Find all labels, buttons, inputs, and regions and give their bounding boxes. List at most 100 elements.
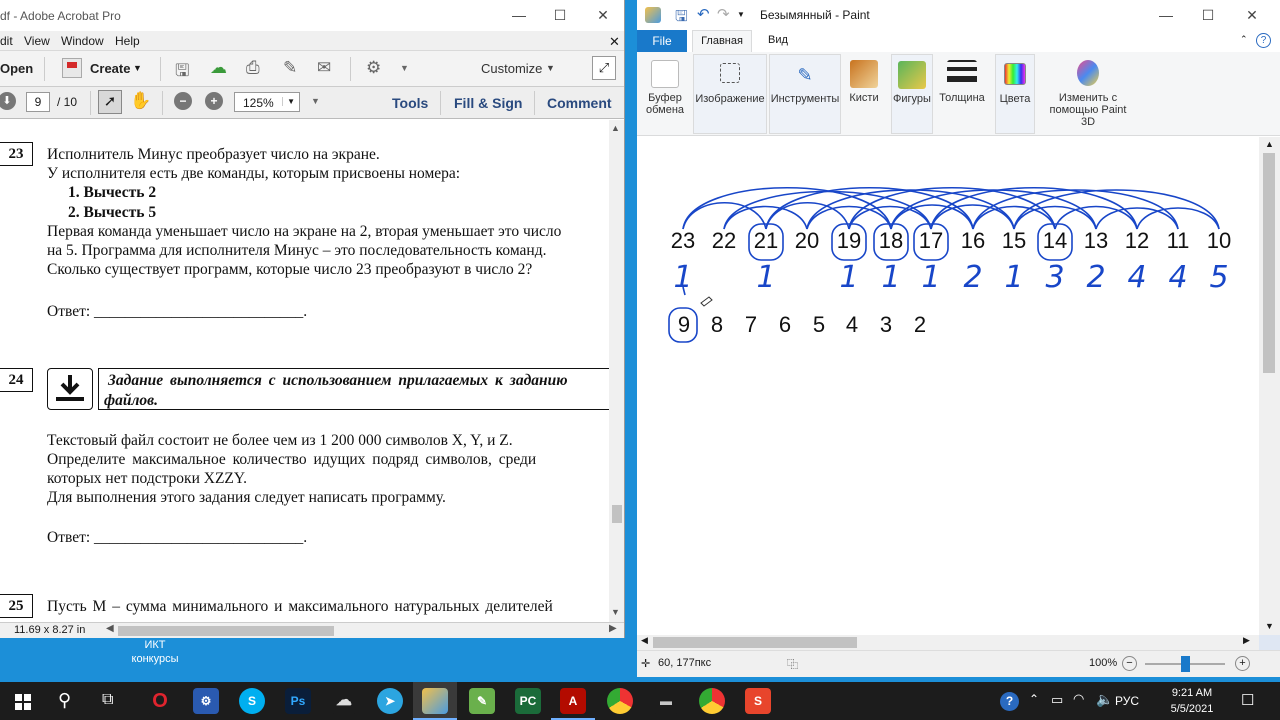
select-cursor-icon[interactable]: ➚ <box>98 90 122 114</box>
hand-tool-icon[interactable]: ✋ <box>130 91 151 111</box>
app-icon[interactable]: ☁ <box>331 688 357 714</box>
tab-file[interactable]: File <box>637 30 687 52</box>
tab-home[interactable]: Главная <box>692 30 752 53</box>
scrollbar-thumb[interactable] <box>612 505 622 523</box>
horizontal-scrollbar-thumb[interactable] <box>118 626 334 636</box>
canvas-horizontal-scrollbar[interactable]: ◀ ▶ <box>637 635 1259 650</box>
help-tray-icon[interactable]: ? <box>1000 692 1019 711</box>
line-thickness-icon <box>947 60 977 88</box>
zoom-in-icon[interactable]: + <box>205 92 223 110</box>
size-group[interactable]: Толщина <box>937 54 987 134</box>
page-number-input[interactable]: 9 <box>26 92 50 112</box>
number-label: 11 <box>1167 228 1190 253</box>
count-label: 1 <box>881 260 900 295</box>
pycharm-icon[interactable]: PC <box>515 688 541 714</box>
cloud-upload-icon[interactable]: ☁ <box>210 58 227 78</box>
print-icon[interactable]: ⎙ <box>246 58 260 78</box>
chevron-down-icon[interactable]: ▼ <box>400 63 409 73</box>
edit-icon[interactable]: ✎ <box>283 58 297 78</box>
maximize-button[interactable]: ☐ <box>537 0 583 31</box>
notifications-icon[interactable]: ☐ <box>1241 691 1254 709</box>
zoom-slider-thumb[interactable] <box>1181 656 1190 672</box>
image-group[interactable]: Изображение <box>693 54 767 134</box>
zoom-out-button[interactable]: − <box>1122 656 1137 671</box>
clock[interactable]: 9:21 AM 5/5/2021 <box>1162 685 1222 717</box>
menu-window[interactable]: Window <box>61 34 104 48</box>
number-label: 15 <box>1002 228 1026 253</box>
tab-view[interactable]: Вид <box>768 34 788 46</box>
menu-edit[interactable]: dit <box>0 34 13 48</box>
next-page-icon[interactable]: ⬇ <box>0 92 16 110</box>
paint3d-group[interactable]: Изменить с помощью Paint 3D <box>1041 54 1135 134</box>
help-icon[interactable]: ? <box>1256 33 1271 48</box>
minimize-button[interactable]: — <box>1143 0 1189 31</box>
chevron-down-icon[interactable]: ▼ <box>737 10 745 19</box>
acrobat-taskbar-button[interactable]: A <box>551 682 595 720</box>
brushes-group[interactable]: Кисти <box>843 54 885 134</box>
minimize-button[interactable]: — <box>496 0 542 31</box>
canvas-vertical-scrollbar[interactable]: ▲ ▼ <box>1259 137 1280 635</box>
gear-icon[interactable]: ⚙ <box>366 58 381 78</box>
search-icon[interactable]: ⚲ <box>58 690 71 711</box>
paint-app-icon <box>645 7 661 23</box>
scroll-right-icon[interactable]: ▶ <box>609 623 617 634</box>
paint-taskbar-button[interactable] <box>413 682 457 720</box>
pdf-page: 23 Исполнитель Минус преобразует число н… <box>0 120 609 622</box>
desktop-icon-label[interactable]: ИКТ конкурсы <box>125 638 185 666</box>
customize-button[interactable]: Customize <box>481 61 542 76</box>
telegram-icon[interactable]: ➤ <box>377 688 403 714</box>
expand-icon[interactable]: ⤢ <box>592 56 616 80</box>
network-icon[interactable]: ▭ <box>1051 692 1063 708</box>
vertical-scrollbar[interactable]: ▲ ▼ <box>609 120 624 622</box>
chevron-down-icon[interactable]: ▼ <box>311 96 320 106</box>
text-line: на 5. Программа для исполнителя Минус – … <box>47 242 547 259</box>
start-windows-icon[interactable] <box>15 694 31 710</box>
volume-icon[interactable]: 🔈 <box>1096 691 1113 708</box>
zoom-out-icon[interactable]: − <box>174 92 192 110</box>
count-label: 5 <box>1209 260 1228 295</box>
tools-panel-button[interactable]: Tools <box>392 95 428 111</box>
zoom-in-button[interactable]: + <box>1235 656 1250 671</box>
menu-help[interactable]: Help <box>115 34 140 48</box>
zoom-select[interactable]: 125% ▼ <box>234 92 300 112</box>
scroll-left-icon[interactable]: ◀ <box>106 623 114 634</box>
notepad-icon[interactable]: ✎ <box>469 688 495 714</box>
colors-group[interactable]: Цвета <box>995 54 1035 134</box>
task-view-icon[interactable]: ⧉ <box>102 691 113 709</box>
save-icon[interactable]: 🖫 <box>675 6 688 31</box>
close-button[interactable]: ✕ <box>1229 0 1275 31</box>
wifi-icon[interactable]: ◠ <box>1073 691 1084 707</box>
scrollbar-thumb[interactable] <box>653 637 857 648</box>
drawing-canvas[interactable]: 23 22 21 20 19 18 17 16 15 14 13 12 11 10 1 1 1 1 1 2 1 3 2 4 4 5… <box>637 137 1259 635</box>
control-panel-icon[interactable]: ⚙ <box>193 688 219 714</box>
maximize-button[interactable]: ☐ <box>1185 0 1231 31</box>
keyboard-language[interactable]: РУС <box>1115 694 1139 708</box>
comment-panel-button[interactable]: Comment <box>547 95 612 111</box>
close-button[interactable]: ✕ <box>580 0 624 31</box>
shapes-group[interactable]: Фигуры <box>891 54 933 134</box>
app-icon-2[interactable]: S <box>745 688 771 714</box>
skype-icon[interactable]: S <box>239 688 265 714</box>
folder-icon[interactable]: ▬ <box>653 688 679 714</box>
tools-group[interactable]: ✎ Инструменты <box>769 54 841 134</box>
create-button[interactable]: Create <box>90 61 130 76</box>
scrollbar-thumb[interactable] <box>1263 153 1275 373</box>
chrome-icon[interactable] <box>607 688 633 714</box>
fill-sign-panel-button[interactable]: Fill & Sign <box>454 95 522 111</box>
chrome-icon-2[interactable] <box>699 688 725 714</box>
collapse-ribbon-icon[interactable]: ⌃ <box>1240 34 1248 45</box>
undo-icon[interactable]: ↶ <box>697 5 710 23</box>
opera-icon[interactable]: O <box>147 688 173 714</box>
doc-close-icon[interactable]: ✕ <box>609 34 620 50</box>
email-icon[interactable]: ✉ <box>317 58 331 78</box>
chevron-up-icon[interactable]: ⌃ <box>1029 692 1039 706</box>
open-button[interactable]: Open <box>0 61 33 76</box>
menu-view[interactable]: View <box>24 34 50 48</box>
page-size-label: 11.69 x 8.27 in <box>14 624 86 636</box>
save-icon[interactable]: 🖫 <box>175 58 189 87</box>
clipboard-group[interactable]: Буфер обмена <box>641 54 689 134</box>
select-icon <box>720 63 740 83</box>
redo-icon[interactable]: ↷ <box>717 5 730 23</box>
photoshop-icon[interactable]: Ps <box>285 688 311 714</box>
cursor-position-icon: ✛ <box>641 658 651 670</box>
